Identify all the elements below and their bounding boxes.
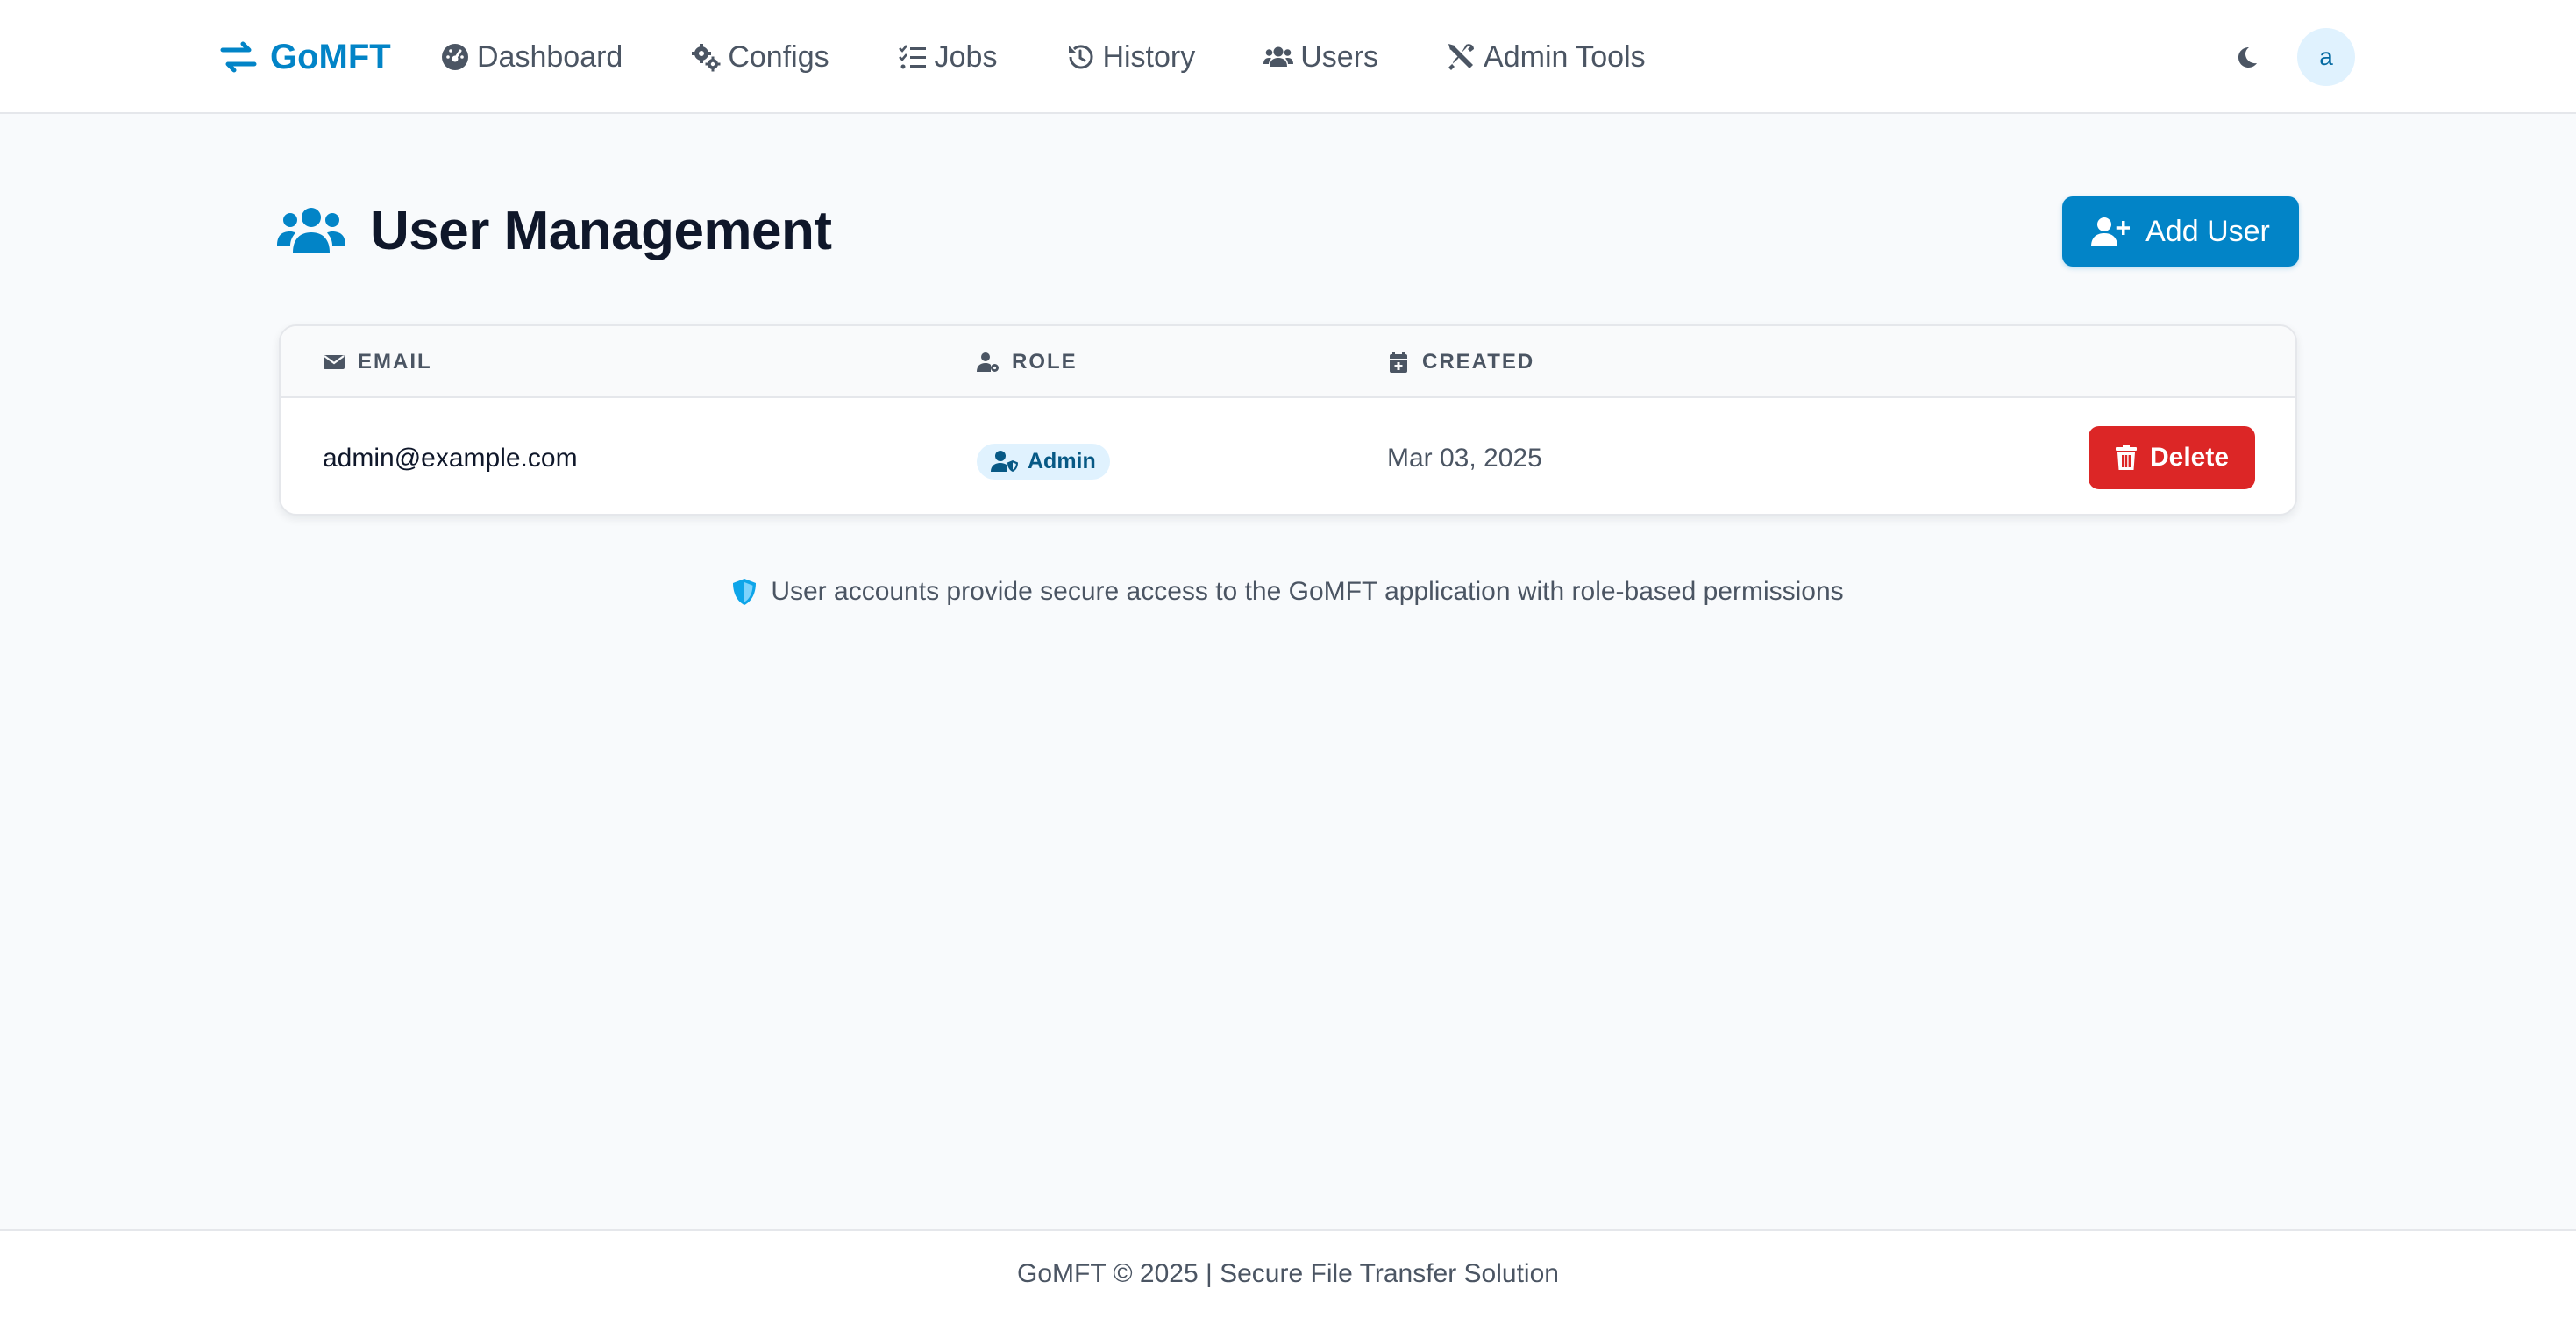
nav-label: Users (1300, 39, 1379, 74)
user-role-cell: Admin (977, 400, 1110, 514)
table-header: EMAIL ROLE CREATED (281, 326, 2295, 398)
user-shield-icon (991, 451, 1018, 472)
theme-toggle-button[interactable] (2229, 39, 2266, 75)
nav-item-jobs[interactable]: Jobs (898, 39, 998, 75)
gears-icon (692, 44, 721, 72)
nav-item-dashboard[interactable]: Dashboard (440, 40, 623, 75)
nav-label: Jobs (934, 39, 998, 74)
column-header-created: CREATED (1387, 326, 1534, 398)
arrows-exchange-icon (220, 41, 257, 73)
nav-item-history[interactable]: History (1065, 40, 1195, 75)
add-user-button[interactable]: Add User (2062, 196, 2299, 267)
list-check-icon (898, 45, 926, 69)
nav-item-users[interactable]: Users (1263, 40, 1378, 75)
column-header-role: ROLE (977, 326, 1078, 398)
user-gear-icon (977, 352, 999, 372)
moon-icon (2238, 47, 2257, 68)
role-label: Admin (1028, 448, 1096, 473)
brand-name: GoMFT (270, 37, 391, 76)
user-email: admin@example.com (323, 444, 578, 473)
role-badge: Admin (977, 443, 1110, 480)
brand-link[interactable]: GoMFT (219, 32, 391, 82)
nav-label: History (1102, 39, 1196, 74)
navbar: GoMFT Dashboard Configs Jobs History Use… (0, 0, 2576, 114)
footer-text: GoMFT © 2025 | Secure File Transfer Solu… (1017, 1259, 1559, 1288)
trash-icon (2115, 445, 2137, 470)
calendar-icon (1390, 352, 1407, 373)
nav-item-configs[interactable]: Configs (691, 40, 829, 75)
users-table: EMAIL ROLE CREATED admin@example.com Adm… (279, 324, 2297, 516)
footer: GoMFT © 2025 | Secure File Transfer Solu… (0, 1229, 2576, 1317)
info-note: User accounts provide secure access to t… (0, 570, 2576, 614)
page-heading: User Management (370, 200, 832, 261)
history-icon (1069, 45, 1093, 69)
avatar-initial: a (2319, 43, 2333, 70)
table-row: admin@example.com Admin Mar 03, 2025 Del… (281, 400, 2295, 514)
envelope-icon (324, 355, 345, 369)
main-nav: Dashboard Configs Jobs History Users Adm… (440, 32, 1714, 82)
nav-item-admin-tools[interactable]: Admin Tools (1447, 40, 1646, 75)
page-title: User Management (277, 200, 832, 261)
shield-icon (733, 579, 757, 605)
nav-label: Configs (728, 39, 829, 74)
users-icon (277, 208, 345, 253)
delete-user-button[interactable]: Delete (2089, 426, 2255, 489)
users-icon (1263, 46, 1294, 67)
user-plus-icon (2091, 217, 2131, 246)
column-label: EMAIL (358, 350, 432, 374)
column-header-email: EMAIL (323, 326, 432, 398)
add-user-label: Add User (2145, 214, 2270, 248)
gauge-icon (442, 44, 468, 70)
nav-label: Admin Tools (1484, 39, 1646, 74)
column-label: ROLE (1012, 350, 1078, 374)
info-text: User accounts provide secure access to t… (771, 577, 1844, 606)
tools-icon (1448, 44, 1475, 70)
user-avatar[interactable]: a (2297, 28, 2355, 86)
user-created-date: Mar 03, 2025 (1387, 444, 1542, 473)
column-label: CREATED (1422, 350, 1535, 374)
nav-label: Dashboard (477, 39, 623, 74)
delete-label: Delete (2149, 443, 2230, 472)
